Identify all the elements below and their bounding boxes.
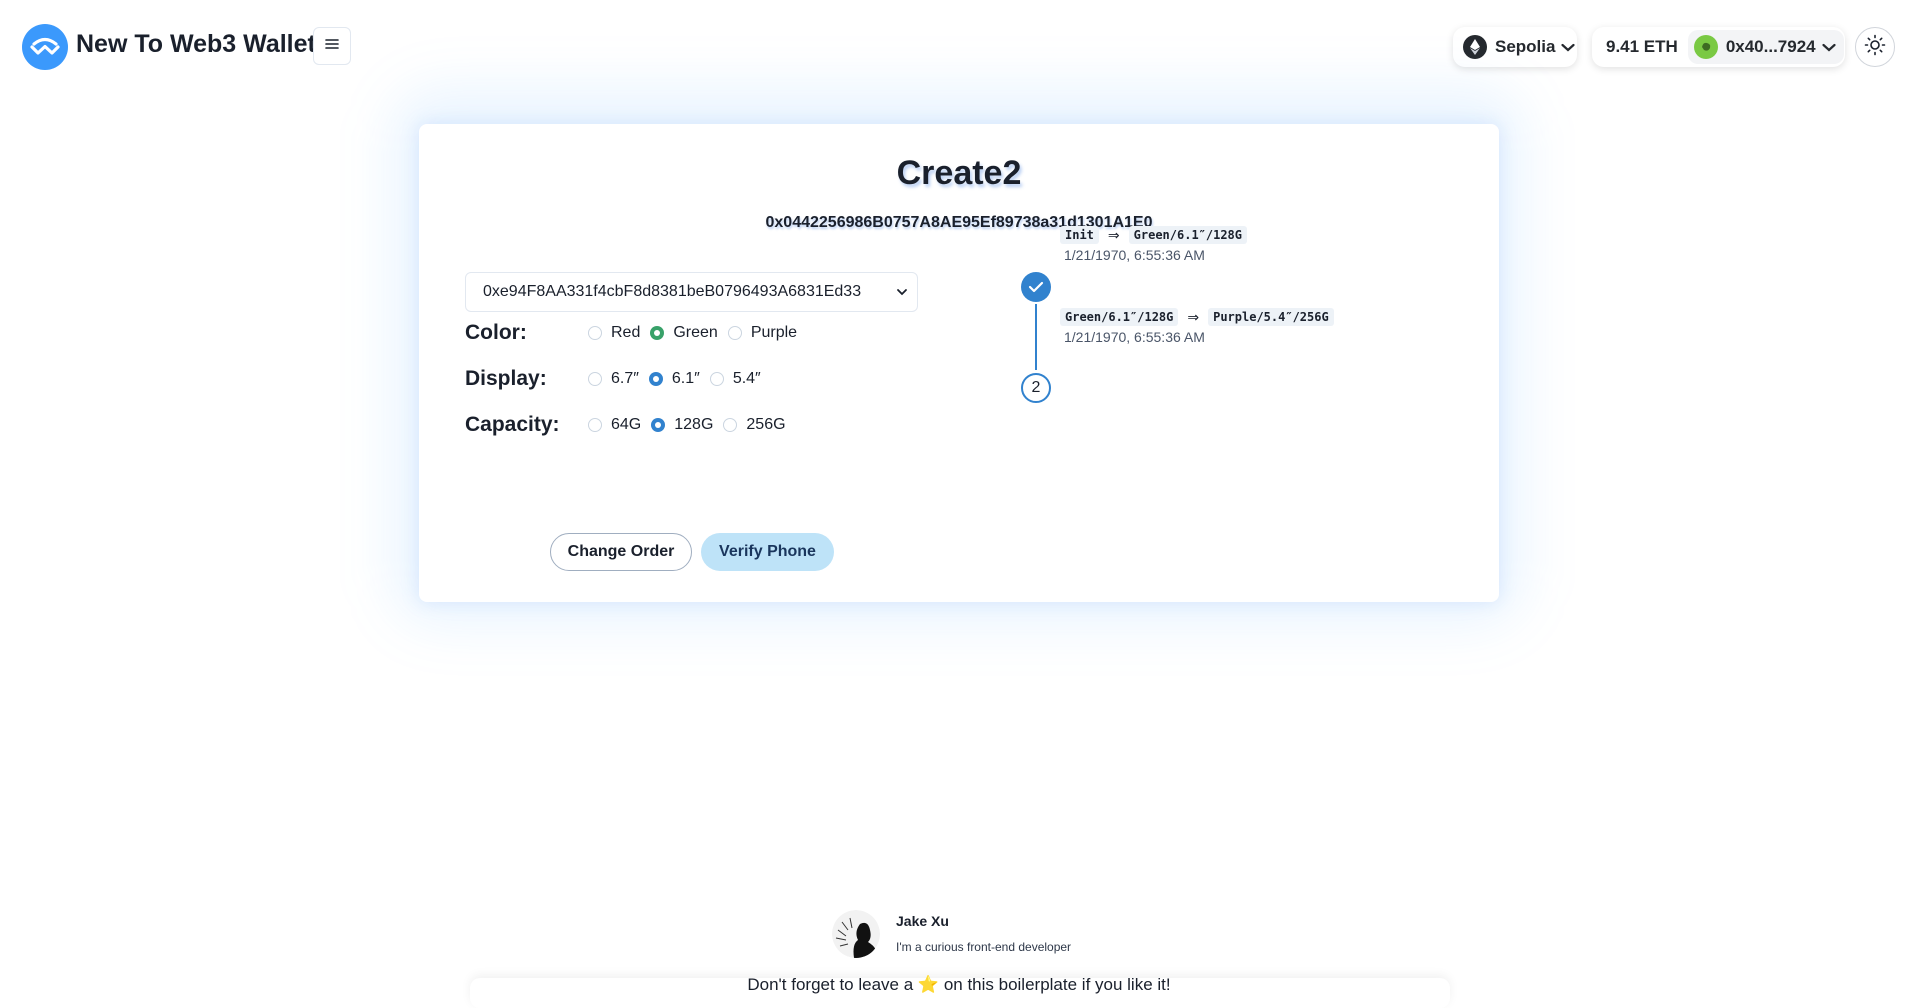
theme-toggle-button[interactable] [1855,27,1895,67]
display-label: Display: [465,367,547,390]
radio-circle[interactable] [588,372,602,386]
star-icon: ⭐ [917,975,940,994]
radio-circle[interactable] [651,418,666,432]
color-option-row: Color: Red Green Purple [465,318,807,348]
step-to: Purple/5.4″/256G [1208,308,1334,326]
display-option-row: Display: 6.7″ 6.1″ 5.4″ [465,364,771,394]
radio-label: Red [611,324,641,341]
radio-label: Green [673,324,718,341]
radio-circle[interactable] [588,326,602,340]
radio-label: 6.1″ [671,370,700,387]
step-connector [1035,304,1037,370]
walletconnect-logo-icon [22,24,68,70]
chevron-down-icon [887,288,917,296]
step-2-header: Green/6.1″/128G ⇒ Purple/5.4″/256G [1060,308,1334,326]
footer-text-before: Don't forget to leave a [747,975,914,994]
radio-circle[interactable] [723,418,738,432]
step-2-time: 1/21/1970, 6:55:36 AM [1064,329,1205,345]
account-address: 0x40...7924 [1725,37,1816,56]
radio-purple[interactable]: Purple [727,324,798,342]
radio-6-7[interactable]: 6.7″ [588,370,639,388]
app-header: New To Web3 Wallet Sepolia 9.41 ETH 0x40… [0,0,1918,94]
color-label: Color: [465,321,527,344]
footer-text-after: on this boilerplate if you like it! [943,975,1171,994]
radio-circle[interactable] [709,372,724,386]
network-name: Sepolia [1495,37,1556,56]
account-avatar [1693,35,1718,59]
ethereum-icon [1463,35,1487,59]
sun-icon [1864,34,1886,61]
radio-circle[interactable] [650,326,665,340]
radio-circle[interactable] [648,372,663,386]
author-bio: I'm a curious front-end developer [896,940,1072,954]
chevron-down-icon [1561,43,1576,52]
radio-label: 5.4″ [732,370,761,387]
verify-phone-button[interactable]: Verify Phone [701,533,834,571]
arrow-right-icon: ⇒ [1107,226,1120,243]
page-title: Create2 [896,154,1022,192]
create2-card: Create2 0x0442256986B0757A8AE95Ef89738a3… [419,124,1499,602]
capacity-option-row: Capacity: 64G 128G 256G [465,410,796,440]
radio-label: 64G [611,416,642,433]
hamburger-menu-icon [325,37,339,55]
radio-label: 128G [674,416,714,433]
step-number-badge: 2 [1021,373,1051,403]
step-1-time: 1/21/1970, 6:55:36 AM [1064,247,1205,263]
radio-64g[interactable]: 64G [588,416,641,434]
radio-5-4[interactable]: 5.4″ [709,370,761,388]
step-to: Green/6.1″/128G [1128,226,1248,244]
contract-address: 0x0442256986B0757A8AE95Ef89738a31d1301A1… [765,214,1153,231]
radio-circle[interactable] [588,418,602,432]
address-select-value: 0xe94F8AA331f4cbF8d8381beB0796493A6831Ed… [483,283,862,300]
author-avatar [832,910,880,958]
radio-6-1[interactable]: 6.1″ [648,370,700,388]
app-title: New To Web3 Wallet [76,30,316,58]
radio-label: 256G [746,416,786,433]
menu-button[interactable] [313,27,351,65]
eth-balance: 9.41 ETH [1606,37,1678,56]
address-select[interactable]: 0xe94F8AA331f4cbF8d8381beB0796493A6831Ed… [465,272,918,312]
step-1-header: Init ⇒ Green/6.1″/128G [1060,226,1248,244]
radio-256g[interactable]: 256G [723,416,786,434]
step-from: Init [1060,226,1099,244]
radio-red[interactable]: Red [588,324,640,342]
account-address-box[interactable]: 0x40...7924 [1687,30,1844,64]
author-name: Jake Xu [896,913,949,929]
network-selector[interactable]: Sepolia [1453,27,1577,67]
radio-green[interactable]: Green [650,324,718,342]
step-from: Green/6.1″/128G [1060,308,1179,326]
radio-128g[interactable]: 128G [651,416,713,434]
chevron-down-icon [1822,43,1836,52]
arrow-right-icon: ⇒ [1187,308,1200,325]
footer-text: Don't forget to leave a ⭐ on this boiler… [0,975,1918,995]
step-complete-icon [1021,272,1051,302]
radio-circle[interactable] [727,326,742,340]
radio-label: 6.7″ [611,370,639,387]
account-button[interactable]: 9.41 ETH 0x40...7924 [1592,27,1845,67]
capacity-label: Capacity: [465,413,560,436]
change-order-button[interactable]: Change Order [550,533,692,571]
radio-label: Purple [750,324,798,341]
